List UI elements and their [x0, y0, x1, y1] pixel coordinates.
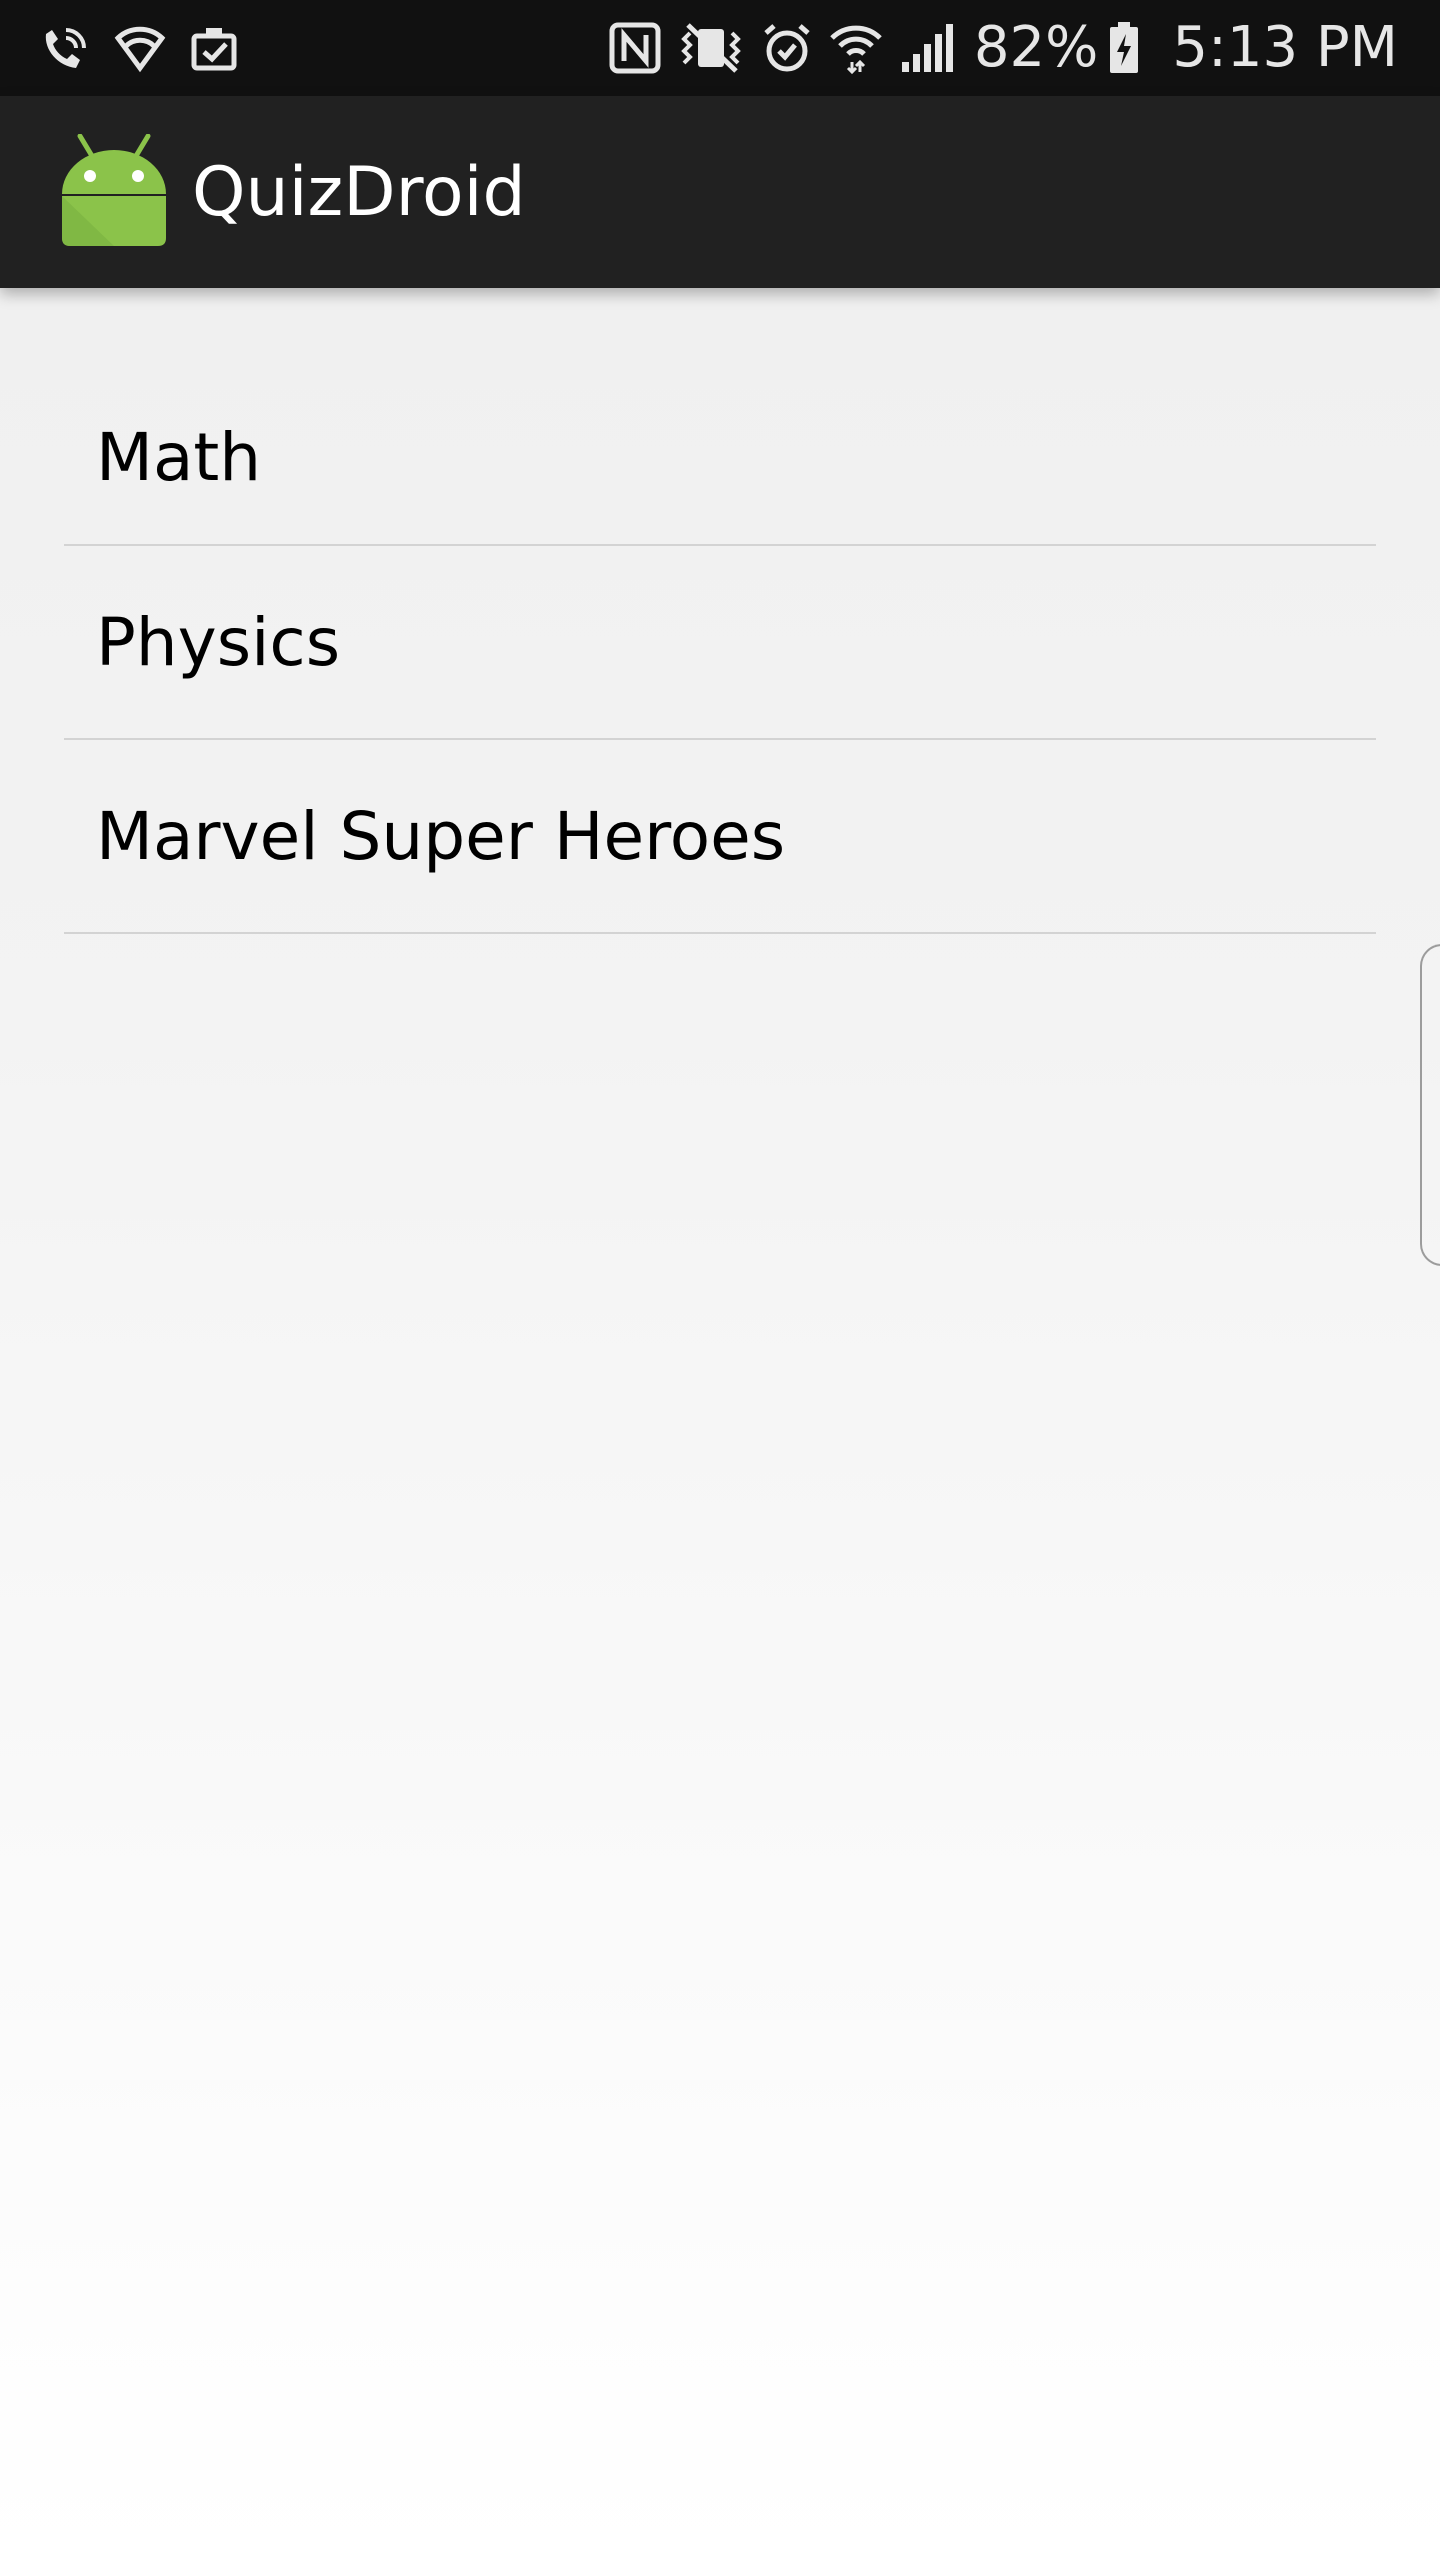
app-title: QuizDroid — [192, 152, 526, 232]
battery-charging-icon — [1108, 20, 1140, 76]
wifi-icon — [828, 20, 884, 76]
status-bar-right: 82% 5:13 PM — [608, 20, 1398, 76]
wifi-secure-icon — [114, 20, 166, 76]
list-item[interactable]: Marvel Super Heroes — [64, 740, 1376, 934]
android-robot-icon — [60, 134, 168, 250]
signal-icon — [898, 20, 954, 76]
screen: 82% 5:13 PM QuizDroid Math Physics Marve… — [0, 0, 1440, 2560]
vibrate-icon — [676, 20, 746, 76]
status-bar-left — [36, 20, 262, 76]
action-bar: QuizDroid — [0, 96, 1440, 288]
status-bar-clock: 5:13 PM — [1172, 15, 1398, 80]
alarm-icon — [760, 20, 814, 76]
edge-panel-handle[interactable] — [1420, 944, 1440, 1266]
nfc-icon — [608, 20, 662, 76]
list-item[interactable]: Physics — [64, 546, 1376, 740]
topic-list: Math Physics Marvel Super Heroes — [64, 370, 1376, 934]
clipboard-check-icon — [188, 20, 240, 76]
battery-percent: 82% — [973, 15, 1099, 80]
topic-label: Physics — [96, 603, 341, 681]
topic-label: Marvel Super Heroes — [96, 797, 786, 875]
list-item[interactable]: Math — [64, 370, 1376, 546]
wifi-calling-icon — [36, 20, 92, 76]
topic-label: Math — [96, 418, 262, 496]
status-bar: 82% 5:13 PM — [0, 0, 1440, 96]
